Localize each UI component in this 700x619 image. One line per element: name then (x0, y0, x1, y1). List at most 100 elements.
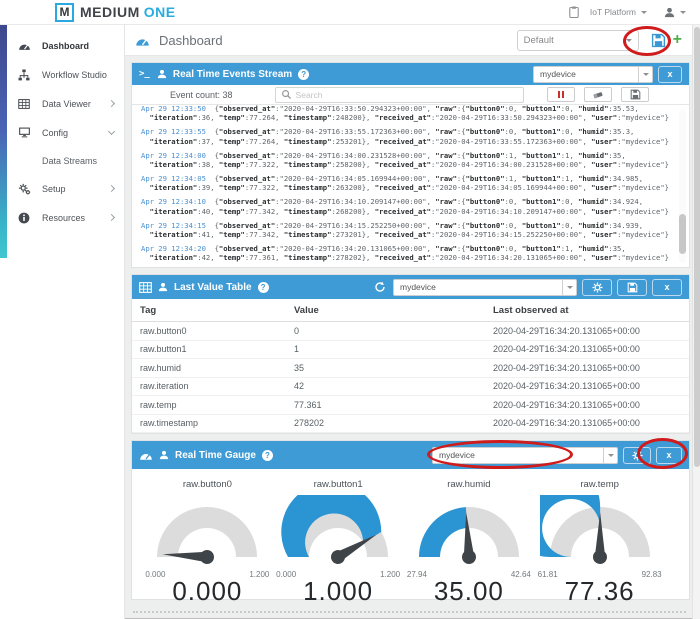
log-scrollbar-thumb[interactable] (679, 213, 686, 254)
dashboard-select[interactable]: Default (516, 29, 639, 51)
gauge-min-label: 61.81 (537, 570, 558, 579)
device-input[interactable] (533, 65, 639, 83)
resources-icon (17, 212, 31, 224)
sidebar-item-setup[interactable]: Setup (0, 174, 124, 203)
dashboard-icon (135, 34, 150, 47)
dashboard-select-value: Default (523, 34, 554, 46)
gauge-value: 0.000 (172, 576, 243, 606)
column-header-tag: Tag (140, 304, 157, 316)
workflow-icon (17, 69, 31, 81)
sidebar-accent-strip (0, 25, 7, 258)
gauge-max-label: 42.64 (510, 570, 531, 579)
search-icon (281, 89, 292, 100)
table-column-headers: Tag Value Last observed at (132, 299, 689, 322)
chevron-right-icon (107, 184, 116, 193)
log-scrollbar[interactable] (679, 109, 686, 263)
event-log-entry: Apr 29 12:33:55 {"observed_at":"2020-04-… (141, 127, 669, 146)
page-scrollbar[interactable] (692, 25, 700, 619)
user-icon (159, 450, 169, 460)
table-row: raw.timestamp 278202 2020-04-29T16:34:20.1… (132, 415, 689, 433)
terminal-icon: >_ (139, 69, 150, 79)
dataviewer-icon (17, 98, 31, 109)
sidebar: Dashboard Workflow Studio Data Viewer Confi… (0, 25, 125, 619)
sidebar-item-workflow-studio[interactable]: Workflow Studio (0, 60, 124, 89)
column-header-last-observed: Last observed at (493, 304, 569, 316)
device-input[interactable] (393, 278, 563, 296)
platform-menu-label[interactable]: IoT Platform (590, 7, 636, 17)
page-title: Dashboard (159, 32, 223, 48)
search-input[interactable] (295, 89, 518, 100)
gauge-panel-title: Real Time Gauge (175, 449, 256, 461)
help-icon[interactable]: ? (257, 281, 269, 293)
top-bar: M MEDIUM ONE IoT Platform (0, 0, 700, 25)
brand-medium-text: MEDIUM (80, 4, 140, 20)
settings-button[interactable] (582, 278, 612, 296)
search-box[interactable] (274, 86, 524, 103)
page-scrollbar-thumb[interactable] (694, 27, 700, 467)
dashboard-select-caret-icon (625, 38, 632, 45)
user-icon[interactable] (664, 7, 675, 18)
gauge-max-label: 1.200 (380, 570, 401, 579)
sidebar-item-label: Setup (42, 183, 66, 194)
gauge-min-label: 27.94 (406, 570, 427, 579)
event-log-entry: Apr 29 12:34:10 {"observed_at":"2020-04-… (141, 197, 669, 216)
close-panel-button[interactable]: x (656, 446, 682, 464)
sidebar-item-label: Dashboard (42, 40, 90, 51)
sidebar-item-label: Workflow Studio (42, 69, 107, 80)
close-panel-button[interactable]: x (652, 278, 682, 296)
device-select-caret[interactable] (604, 446, 618, 464)
sidebar-item-label: Data Streams (42, 155, 98, 166)
device-select-caret[interactable] (639, 65, 653, 83)
clipboard-icon (569, 6, 579, 18)
event-log-entry: Apr 29 12:34:00 {"observed_at":"2020-04-… (141, 150, 669, 170)
gauge-value: 1.000 (303, 576, 374, 606)
user-icon (158, 282, 168, 292)
gauge-raw-temp: raw.temp 61.81 92.83 77.36 (499, 457, 665, 607)
settings-button[interactable] (623, 446, 651, 464)
config-icon (17, 127, 31, 138)
event-count-label: Event count: 38 (170, 89, 233, 100)
real-time-gauge-panel: Real Time Gauge ? x raw.button0 0.000 1.20… (131, 440, 690, 606)
events-stream-panel: >_ Real Time Events Stream ? x Event cou… (131, 62, 690, 268)
brand-logo[interactable]: M MEDIUM ONE (55, 2, 176, 22)
gauge-min-label: 0.000 (145, 570, 166, 579)
event-log-entry: Apr 29 12:34:15 {"observed_at":"2020-04-… (141, 220, 669, 239)
chevron-right-icon (107, 99, 116, 108)
close-panel-button[interactable]: x (658, 65, 682, 83)
events-toolbar: Event count: 38 (132, 85, 689, 105)
help-icon[interactable]: ? (261, 449, 273, 461)
sidebar-item-data-streams[interactable]: Data Streams (0, 147, 124, 174)
sidebar-item-resources[interactable]: Resources (0, 203, 124, 232)
gauge-raw-humid: raw.humid 27.94 42.64 35.00 (404, 475, 534, 607)
sidebar-item-config[interactable]: Config (0, 118, 124, 147)
brand-one-text: ONE (143, 4, 176, 20)
gauge-raw-button1: raw.button1 0.000 1.200 1.000 (273, 475, 403, 607)
device-select-caret[interactable] (563, 278, 577, 296)
sidebar-item-dashboard[interactable]: Dashboard (0, 31, 124, 60)
save-dashboard-button[interactable] (651, 33, 666, 48)
clear-events-button[interactable] (584, 87, 612, 102)
user-caret-icon[interactable] (680, 10, 686, 17)
platform-caret-icon[interactable] (641, 10, 647, 17)
gauge-dial (499, 457, 650, 564)
dashboard-icon (17, 40, 31, 51)
chevron-right-icon (107, 213, 116, 222)
table-row: raw.button0 0 2020-04-29T16:34:20.131065+0… (132, 322, 689, 341)
sidebar-item-data-viewer[interactable]: Data Viewer (0, 89, 124, 118)
gauge-label: raw.humid (447, 479, 491, 490)
pause-button[interactable] (547, 87, 575, 102)
device-input[interactable] (432, 446, 604, 464)
table-row: raw.temp 77.361 2020-04-29T16:34:20.131065… (132, 396, 689, 415)
events-panel-title: Real Time Events Stream (172, 68, 293, 80)
add-dashboard-button[interactable]: + (673, 32, 682, 48)
export-events-button[interactable] (621, 87, 649, 102)
refresh-icon[interactable] (374, 281, 386, 293)
table-panel-title: Last Value Table (174, 281, 252, 293)
gauge-min-label: 0.000 (276, 570, 297, 579)
export-table-button[interactable] (617, 278, 647, 296)
gauge-max-label: 92.83 (641, 570, 662, 579)
events-panel-header: >_ Real Time Events Stream ? x (132, 63, 689, 85)
last-value-table-panel: Last Value Table ? x Tag Value Last obse… (131, 274, 690, 434)
help-icon[interactable]: ? (298, 68, 310, 80)
event-log[interactable]: Apr 29 12:33:50 {"observed_at":"2020-04-… (132, 105, 689, 267)
